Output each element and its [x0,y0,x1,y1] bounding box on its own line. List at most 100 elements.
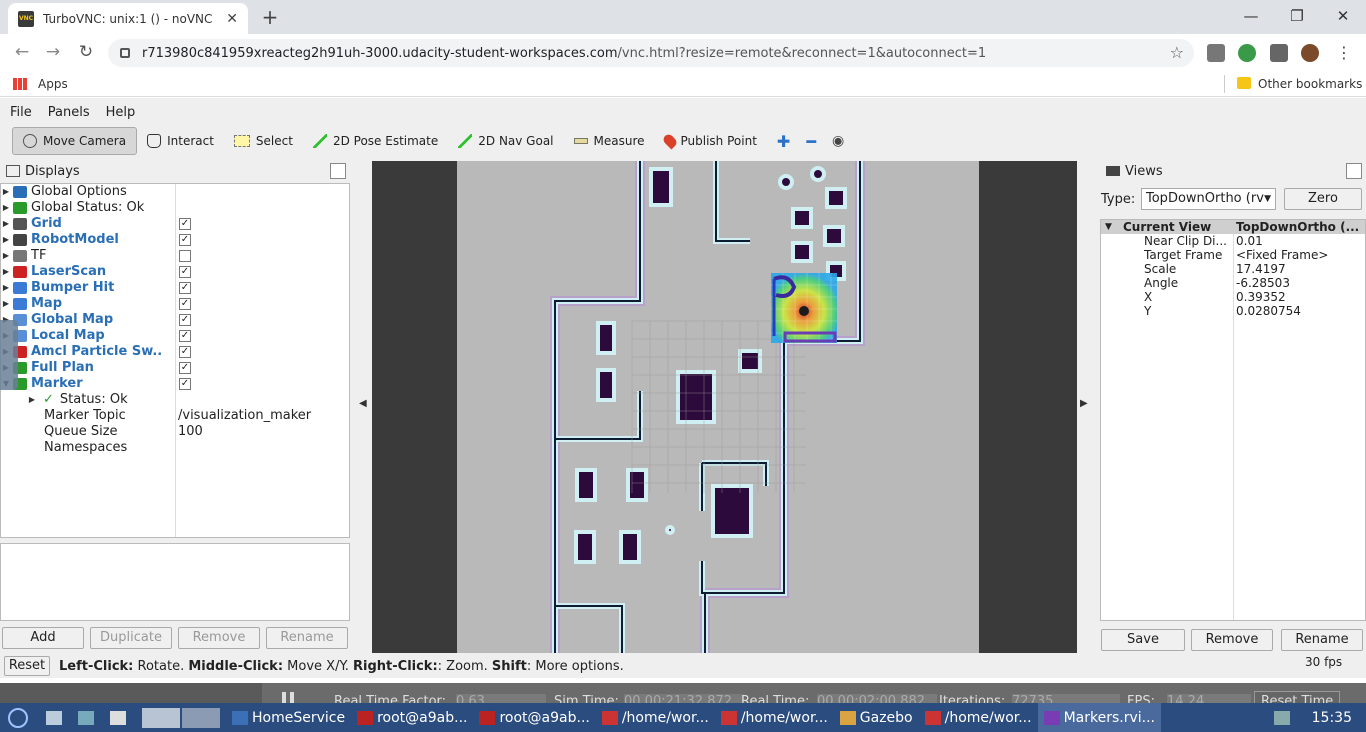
display-enabled-checkbox[interactable]: ✓ [179,314,191,326]
marker-property-row[interactable]: Marker Topic/visualization_maker [1,408,349,424]
taskbar-window-item[interactable]: root@a9ab... [473,703,595,732]
taskbar-window-item[interactable]: Gazebo [834,703,919,732]
forward-icon[interactable]: → [41,41,65,63]
close-window-button[interactable]: ✕ [1328,5,1358,27]
settings-icon[interactable] [72,703,104,732]
view-property-value[interactable]: -6.28503 [1236,276,1364,290]
expand-arrow-icon[interactable]: ▶ [27,392,37,408]
start-menu-icon[interactable] [0,703,40,732]
add-tool-icon[interactable]: ✚ [767,127,800,155]
undock-views-button[interactable] [1346,163,1362,179]
display-item[interactable]: ▶ Global Status: Ok [1,200,349,216]
undock-displays-button[interactable] [330,163,346,179]
display-item[interactable]: ▶Full Plan✓ [1,360,349,376]
expand-arrow-icon[interactable]: ▶ [1,264,11,280]
expand-arrow-icon[interactable]: ▶ [1,280,11,296]
view-property-value[interactable]: 0.39352 [1236,290,1364,304]
display-enabled-checkbox[interactable]: ✓ [179,378,191,390]
view-property-row[interactable]: Y 0.0280754 [1101,304,1365,318]
marker-property-value[interactable]: 100 [178,424,203,440]
collapse-right-arrow-icon[interactable]: ▶ [1080,398,1088,409]
expand-arrow-icon[interactable]: ▶ [1,232,11,248]
remove-view-button[interactable]: Remove [1191,629,1273,651]
view-property-value[interactable]: 0.0280754 [1236,304,1364,318]
expand-arrow-icon[interactable]: ▶ [1,184,11,200]
view-property-value[interactable]: 0.01 [1236,234,1364,248]
display-item[interactable]: ▶ Global Options [1,184,349,200]
taskbar-window-item[interactable]: HomeService [226,703,351,732]
eye-icon[interactable]: ◉ [822,127,854,155]
measure-tool[interactable]: Measure [564,127,655,155]
2d-pose-estimate-tool[interactable]: 2D Pose Estimate [303,127,448,155]
view-type-select[interactable]: TopDownOrtho (rv ▼ [1141,188,1276,210]
remove-display-button[interactable]: Remove [178,627,260,649]
taskbar-window-item[interactable]: root@a9ab... [351,703,473,732]
apps-bookmark[interactable]: Apps [38,77,68,91]
display-item[interactable]: ▶ RobotModel ✓ [1,232,349,248]
browser-tab[interactable]: VNC TurboVNC: unix:1 () - noVNC ✕ [8,3,248,34]
display-enabled-checkbox[interactable]: ✓ [179,330,191,342]
expand-arrow-icon[interactable]: ▶ [1,296,11,312]
extensions-icon[interactable] [1270,44,1288,62]
marker-property-row[interactable]: Namespaces [1,440,349,456]
view-property-row[interactable]: Target Frame <Fixed Frame> [1101,248,1365,262]
display-item[interactable]: ▼Marker✓ [1,376,349,392]
duplicate-display-button[interactable]: Duplicate [90,627,172,649]
browser-menu-icon[interactable]: ⋮ [1336,43,1352,62]
display-item[interactable]: ▶ TF [1,248,349,264]
display-enabled-checkbox[interactable] [179,250,191,262]
display-enabled-checkbox[interactable]: ✓ [179,282,191,294]
view-property-row[interactable]: Angle -6.28503 [1101,276,1365,290]
menu-file[interactable]: File [10,105,32,120]
display-enabled-checkbox[interactable]: ✓ [179,362,191,374]
expand-arrow-icon[interactable]: ▶ [1,200,11,216]
view-property-row[interactable]: X 0.39352 [1101,290,1365,304]
move-camera-tool[interactable]: Move Camera [12,127,138,155]
taskbar-window-item[interactable]: /home/wor... [715,703,834,732]
interact-tool[interactable]: Interact [137,127,224,155]
rename-display-button[interactable]: Rename [266,627,348,649]
taskbar-window-item[interactable]: Markers.rvi... [1037,703,1162,732]
select-tool[interactable]: Select [224,127,303,155]
close-tab-icon[interactable]: ✕ [226,11,238,27]
view-property-row[interactable]: Scale 17.4197 [1101,262,1365,276]
display-item[interactable]: ▶ Bumper Hit ✓ [1,280,349,296]
menu-help[interactable]: Help [106,105,136,120]
novnc-sidebar-handle[interactable] [0,320,18,390]
back-icon[interactable]: ← [10,41,34,63]
taskbar-window-item[interactable]: /home/wor... [596,703,715,732]
marker-property-row[interactable]: ▶ ✓ Status: Ok [1,392,349,408]
zero-view-button[interactable]: Zero [1284,188,1362,210]
display-item[interactable]: ▶Local Map✓ [1,328,349,344]
remove-tool-icon[interactable]: ━ [800,127,822,155]
bookmark-star-icon[interactable]: ☆ [1170,43,1184,62]
save-extension-icon[interactable] [1238,44,1256,62]
marker-property-value[interactable]: /visualization_maker [178,408,311,424]
file-manager-icon[interactable] [40,703,72,732]
new-tab-button[interactable]: + [258,6,282,28]
profile-avatar[interactable] [1301,44,1319,62]
view-property-value[interactable]: <Fixed Frame> [1236,248,1364,262]
minimize-window-button[interactable]: — [1236,5,1266,27]
reload-icon[interactable]: ↻ [74,41,98,63]
current-view-header[interactable]: ▼ Current View TopDownOrtho (... [1101,220,1365,234]
taskbar-window-item[interactable]: /home/wor... [919,703,1038,732]
display-item[interactable]: ▶ LaserScan ✓ [1,264,349,280]
address-bar[interactable]: r713980c841959xreacteg2h91uh-3000.udacit… [108,39,1194,67]
add-display-button[interactable]: Add [2,627,84,649]
terminal-icon[interactable] [104,703,136,732]
display-enabled-checkbox[interactable]: ✓ [179,346,191,358]
other-bookmarks[interactable]: Other bookmarks [1258,77,1362,91]
display-item[interactable]: ▶ Map ✓ [1,296,349,312]
display-enabled-checkbox[interactable]: ✓ [179,234,191,246]
menu-panels[interactable]: Panels [48,105,90,120]
publish-point-tool[interactable]: Publish Point [655,127,767,155]
2d-nav-goal-tool[interactable]: 2D Nav Goal [448,127,563,155]
display-enabled-checkbox[interactable]: ✓ [179,298,191,310]
collapse-left-arrow-icon[interactable]: ◀ [359,398,367,409]
rename-view-button[interactable]: Rename [1281,629,1363,651]
marker-property-row[interactable]: Queue Size 100 [1,424,349,440]
display-enabled-checkbox[interactable]: ✓ [179,218,191,230]
display-item[interactable]: ▶Amcl Particle Sw...✓ [1,344,349,360]
volume-icon[interactable] [1273,710,1290,725]
